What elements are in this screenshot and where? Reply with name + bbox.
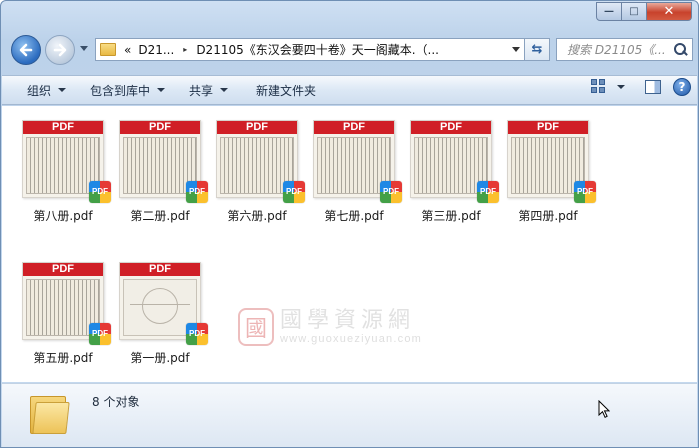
forward-button[interactable] [45,35,75,65]
breadcrumb-item-current[interactable]: D21105《东汉会要四十卷》天一阁藏本.（... [196,41,439,58]
help-icon[interactable]: ? [673,78,691,96]
pdf-thumbnail: PDF PDF [119,120,208,203]
pdf-band-label: PDF [508,121,588,134]
toolbar-right-group: ? [591,78,691,96]
minimize-icon: — [604,6,614,17]
breadcrumb-overflow[interactable]: « [124,43,131,57]
maximize-button[interactable]: □ [622,2,647,21]
pdf-band-label: PDF [23,263,103,276]
file-item[interactable]: PDF PDF 第七册.pdf [308,120,402,224]
breadcrumb-separator-icon[interactable]: ▸ [183,45,187,54]
item-count: 8 个对象 [92,395,140,409]
file-name: 第一册.pdf [130,351,190,365]
folder-large-icon [30,392,72,436]
chevron-down-icon [617,85,625,89]
minimize-button[interactable]: — [596,2,622,21]
pdf-app-icon: PDF [186,323,208,345]
file-item[interactable]: PDF PDF 第八册.pdf [17,120,111,224]
file-item[interactable]: PDF PDF 第六册.pdf [211,120,305,224]
file-name: 第四册.pdf [518,209,578,223]
file-name: 第五册.pdf [33,351,93,365]
pdf-thumbnail: PDF PDF [410,120,499,203]
organize-label: 组织 [27,83,52,98]
maximize-icon: □ [629,6,639,17]
file-name: 第八册.pdf [33,209,93,223]
close-button[interactable]: ✕ [647,2,692,21]
pdf-band-label: PDF [314,121,394,134]
new-folder-button[interactable]: 新建文件夹 [248,78,324,102]
watermark-text: 國學資源網 www.guoxueziyuan.com [280,308,423,346]
file-item[interactable]: PDF PDF 第二册.pdf [114,120,208,224]
file-item[interactable]: PDF PDF 第一册.pdf [114,262,208,366]
file-item[interactable]: PDF PDF 第五册.pdf [17,262,111,366]
search-icon[interactable] [672,41,690,59]
close-icon: ✕ [663,4,675,19]
view-options-dropdown[interactable] [613,78,629,96]
file-item[interactable]: PDF PDF 第三册.pdf [405,120,499,224]
pdf-app-icon: PDF [477,181,499,203]
details-pane: 8 个对象 [2,383,697,447]
pdf-app-icon: PDF [380,181,402,203]
explorer-window: — □ ✕ « D21... ▸ D21105《东汉会要四十卷》天一阁藏本.（.… [0,0,699,448]
navigation-bar: « D21... ▸ D21105《东汉会要四十卷》天一阁藏本.（... ⇆ 搜… [7,32,693,70]
breadcrumb-item-parent[interactable]: D21... [138,43,174,57]
include-in-library-menu[interactable]: 包含到库中 [82,78,173,102]
file-name: 第七册.pdf [324,209,384,223]
pdf-app-icon: PDF [283,181,305,203]
back-button[interactable] [11,35,41,65]
folder-icon [100,43,116,56]
change-view-icon[interactable] [591,79,607,95]
pdf-thumbnail: PDF PDF [119,262,208,345]
pdf-band-label: PDF [120,121,200,134]
watermark-url: www.guoxueziyuan.com [280,333,423,345]
pdf-band-label: PDF [120,263,200,276]
file-name: 第三册.pdf [421,209,481,223]
file-name: 第六册.pdf [227,209,287,223]
pdf-band-label: PDF [411,121,491,134]
new-folder-label: 新建文件夹 [256,83,317,98]
address-dropdown-icon[interactable] [512,47,520,52]
pdf-app-icon: PDF [89,181,111,203]
file-item[interactable]: PDF PDF 第四册.pdf [502,120,596,224]
watermark-chinese: 國學資源網 [280,308,416,333]
file-name: 第二册.pdf [130,209,190,223]
pdf-thumbnail: PDF PDF [507,120,596,203]
command-toolbar: 组织 包含到库中 共享 新建文件夹 ? [2,75,697,105]
pdf-thumbnail: PDF PDF [22,262,111,345]
file-list[interactable]: PDF PDF 第八册.pdf PDF PDF 第二册.pdf PDF PDF 第六册.pdf P… [2,106,697,382]
pdf-thumbnail: PDF PDF [216,120,305,203]
address-bar[interactable]: « D21... ▸ D21105《东汉会要四十卷》天一阁藏本.（... [95,38,525,61]
organize-menu[interactable]: 组织 [19,78,74,102]
pdf-app-icon: PDF [186,181,208,203]
pdf-thumbnail: PDF PDF [313,120,402,203]
share-label: 共享 [189,83,214,98]
share-menu[interactable]: 共享 [181,78,236,102]
watermark-seal-icon: 國 [238,308,274,346]
back-arrow-icon [19,43,33,57]
refresh-icon: ⇆ [531,42,543,57]
preview-pane-icon[interactable] [645,80,661,94]
chevron-down-icon [157,88,166,92]
refresh-button[interactable]: ⇆ [525,38,550,61]
forward-arrow-icon [53,43,67,57]
pdf-app-icon: PDF [89,323,111,345]
pdf-thumbnail: PDF PDF [22,120,111,203]
chevron-down-icon [58,88,67,92]
recent-pages-dropdown[interactable] [80,46,88,51]
watermark: 國 國學資源網 www.guoxueziyuan.com [238,308,422,346]
search-box[interactable]: 搜索 D21105《... [556,38,693,61]
breadcrumb: « D21... ▸ D21105《东汉会要四十卷》天一阁藏本.（... [124,41,439,58]
include-in-library-label: 包含到库中 [90,83,151,98]
search-input[interactable]: 搜索 D21105《... [557,41,672,58]
pdf-band-label: PDF [23,121,103,134]
pdf-app-icon: PDF [574,181,596,203]
mouse-cursor-icon [598,400,610,418]
window-controls: — □ ✕ [596,2,692,21]
chevron-down-icon [220,88,229,92]
pdf-band-label: PDF [217,121,297,134]
